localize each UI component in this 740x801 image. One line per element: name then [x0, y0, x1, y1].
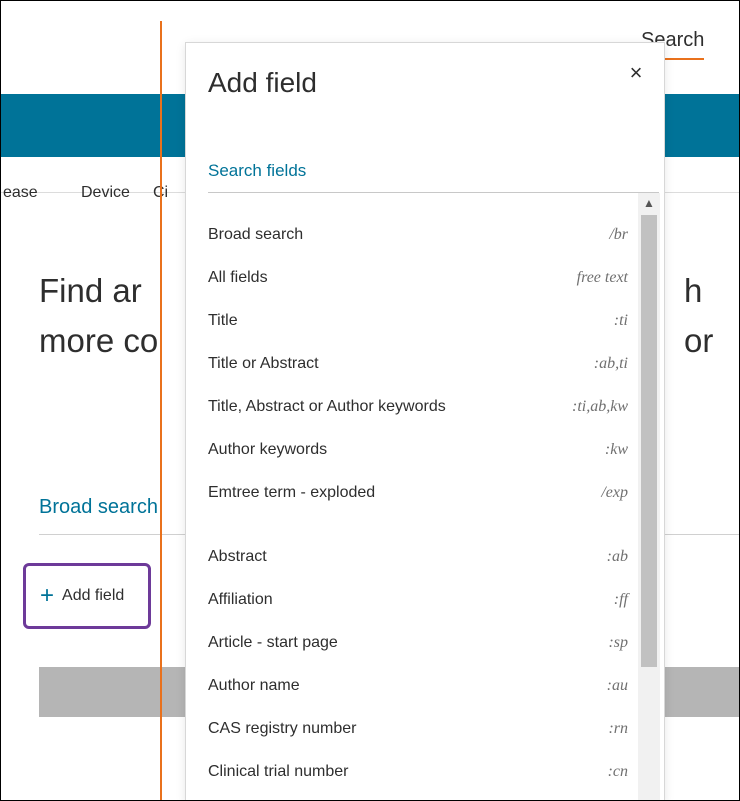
scrollbar-thumb[interactable]	[641, 215, 657, 667]
field-label: Abstract	[208, 547, 267, 565]
field-code: :cn	[607, 762, 628, 780]
field-code: :ab	[606, 547, 628, 565]
screenshot-frame: Search ease Device Ci Find ar more co h …	[0, 0, 740, 801]
nav-item-device[interactable]: Device	[81, 184, 130, 202]
plus-icon: +	[40, 582, 55, 609]
field-label: Broad search	[208, 225, 304, 243]
field-label: Title or Abstract	[208, 354, 319, 372]
list-item[interactable]: Title or Abstract :ab,ti	[208, 342, 628, 385]
add-field-button[interactable]: + Add field	[23, 563, 151, 629]
panel-divider	[208, 192, 659, 193]
field-label: Author keywords	[208, 440, 328, 458]
search-fields-label: Search fields	[208, 161, 307, 180]
scroll-up-icon[interactable]: ▲	[638, 193, 660, 213]
field-code: :ab,ti	[593, 354, 628, 372]
list-item[interactable]: Author name :au	[208, 664, 628, 707]
list-item[interactable]: Title :ti	[208, 299, 628, 342]
field-label: Emtree term - exploded	[208, 483, 376, 501]
list-item[interactable]: Clinical trial number :cn	[208, 750, 628, 793]
field-label: Author name	[208, 676, 300, 694]
list-item[interactable]: Author keywords :kw	[208, 428, 628, 471]
heading-line-1: Find ar	[39, 272, 142, 309]
field-label: Title, Abstract or Author keywords	[208, 397, 446, 415]
dropdown-focus-line	[160, 21, 162, 800]
field-label: Title	[208, 311, 238, 329]
field-code: /exp	[601, 483, 628, 501]
list-item[interactable]: Emtree term - exploded/exp	[208, 471, 628, 514]
field-code: free text	[576, 268, 628, 286]
field-list: Broad search/br All fields free text Titl…	[208, 213, 628, 793]
heading-line-2: more co	[39, 322, 159, 359]
list-item[interactable]: CAS registry number :rn	[208, 707, 628, 750]
field-code: /br	[609, 225, 628, 243]
field-code: :au	[606, 676, 628, 694]
list-item[interactable]: Title, Abstract or Author keywords :ti,ab…	[208, 385, 628, 428]
field-code: :rn	[608, 719, 628, 737]
list-item[interactable]: Abstract :ab	[208, 535, 628, 578]
field-code: :ff	[613, 590, 628, 608]
field-code: :ti,ab,kw	[572, 397, 628, 415]
list-item[interactable]: All fields free text	[208, 256, 628, 299]
field-code: :kw	[604, 440, 628, 458]
field-label: Clinical trial number	[208, 762, 349, 780]
nav-item-release[interactable]: ease	[3, 184, 38, 202]
field-code: :ti	[613, 311, 628, 329]
field-label: Article - start page	[208, 633, 338, 651]
add-field-panel: Add field × Search fields Broad search/b…	[186, 43, 664, 800]
list-item[interactable]: Article - start page :sp	[208, 621, 628, 664]
panel-title: Add field	[208, 67, 317, 98]
field-label: CAS registry number	[208, 719, 357, 737]
close-icon[interactable]: ×	[622, 59, 650, 87]
field-label: All fields	[208, 268, 268, 286]
field-label: Affiliation	[208, 590, 273, 608]
add-field-label: Add field	[62, 587, 125, 604]
list-item[interactable]: Affiliation :ff	[208, 578, 628, 621]
list-item[interactable]: Broad search/br	[208, 213, 628, 256]
heading-right-fragment: h or	[684, 272, 714, 359]
field-code: :sp	[608, 633, 628, 651]
scrollbar[interactable]: ▲	[638, 193, 660, 800]
page-heading: Find ar more co	[39, 266, 158, 366]
broad-search-label: Broad search	[39, 496, 158, 518]
